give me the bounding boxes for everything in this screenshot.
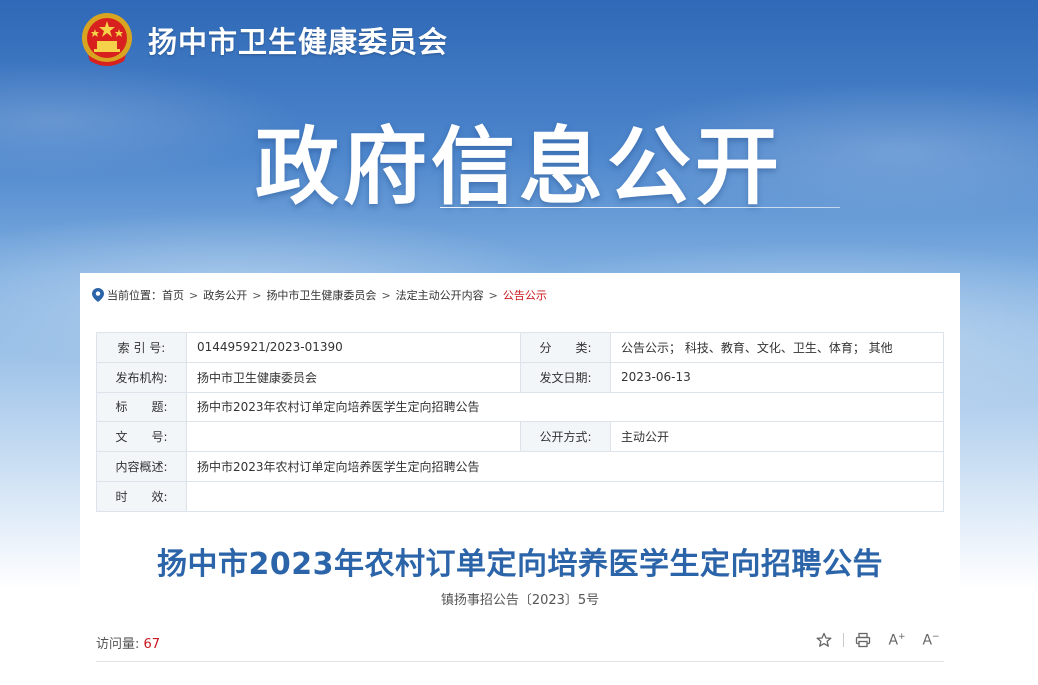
table-row: 文 号: 公开方式: 主动公开 [96,421,944,453]
breadcrumb-item-commission[interactable]: 扬中市卫生健康委员会 [266,287,376,303]
national-emblem-icon[interactable] [80,11,134,69]
breadcrumb-separator: > [252,288,262,302]
summary-label: 内容概述: [96,451,187,482]
favorite-button[interactable] [815,631,833,649]
table-row: 发布机构: 扬中市卫生健康委员会 发文日期: 2023-06-13 [96,361,944,393]
disclosure-mode-value: 主动公开 [610,421,944,453]
publisher-label: 发布机构: [96,361,187,393]
article-title: 扬中市2023年农村订单定向培养医学生定向招聘公告 [157,547,883,582]
category-label: 分 类: [520,332,611,363]
print-icon [855,632,871,648]
font-decrease-icon: A− [922,631,940,649]
breadcrumb-item-home[interactable]: 首页 [162,287,184,303]
site-name[interactable]: 扬中市卫生健康委员会 [148,19,448,61]
breadcrumb-separator: > [189,288,199,302]
font-increase-icon: A+ [888,631,906,649]
validity-value [186,480,944,512]
title-label: 标 题: [96,391,187,423]
content-card: 当前位置： 首页 > 政务公开 > 扬中市卫生健康委员会 > 法定主动公开内容 … [80,273,960,685]
content-divider [96,661,944,662]
publisher-value: 扬中市卫生健康委员会 [186,361,521,393]
summary-value: 扬中市2023年农村订单定向培养医学生定向招聘公告 [186,451,944,482]
table-row: 时 效: [96,480,944,512]
hero-title: 政府信息公开 [254,118,783,216]
index-number-label: 索 引 号: [96,332,187,363]
issue-date-label: 发文日期: [520,361,611,393]
visit-count-label: 访问量: [96,637,140,652]
validity-label: 时 效: [96,480,187,512]
article-toolbar: A+ A− [799,631,940,649]
site-header: 扬中市卫生健康委员会 [80,10,448,70]
hero-underline [440,207,840,208]
disclosure-mode-label: 公开方式: [520,421,611,453]
breadcrumb: 当前位置： 首页 > 政务公开 > 扬中市卫生健康委员会 > 法定主动公开内容 … [92,287,547,303]
breadcrumb-prefix: 当前位置： [107,289,162,302]
document-number-label: 文 号: [96,421,187,453]
category-value: 公告公示； 科技、教育、文化、卫生、体育； 其他 [610,332,944,363]
breadcrumb-separator: > [488,288,498,302]
star-icon [816,632,832,647]
visit-count-value: 67 [143,637,161,652]
title-value: 扬中市2023年农村订单定向培养医学生定向招聘公告 [186,391,944,423]
font-increase-button[interactable]: A+ [888,631,906,649]
table-row: 内容概述: 扬中市2023年农村订单定向培养医学生定向招聘公告 [96,451,944,482]
table-row: 索 引 号: 014495921/2023-01390 分 类: 公告公示； 科… [96,332,944,363]
breadcrumb-item-current[interactable]: 公告公示 [503,287,547,303]
table-row: 标 题: 扬中市2023年农村订单定向培养医学生定向招聘公告 [96,391,944,423]
location-pin-icon [92,288,104,302]
index-number-value: 014495921/2023-01390 [186,332,521,363]
breadcrumb-separator: > [381,288,391,302]
visit-count: 访问量: 67 [96,633,160,652]
issue-date-value: 2023-06-13 [610,361,944,393]
breadcrumb-item-statutory[interactable]: 法定主动公开内容 [396,287,484,303]
breadcrumb-item-gov-affairs[interactable]: 政务公开 [203,287,247,303]
print-button[interactable] [854,631,872,649]
article-doc-number: 镇扬事招公告〔2023〕5号 [440,593,600,608]
info-metadata-table: 索 引 号: 014495921/2023-01390 分 类: 公告公示； 科… [96,332,944,512]
toolbar-divider [843,633,844,647]
font-decrease-button[interactable]: A− [922,631,940,649]
document-number-value [186,421,521,453]
